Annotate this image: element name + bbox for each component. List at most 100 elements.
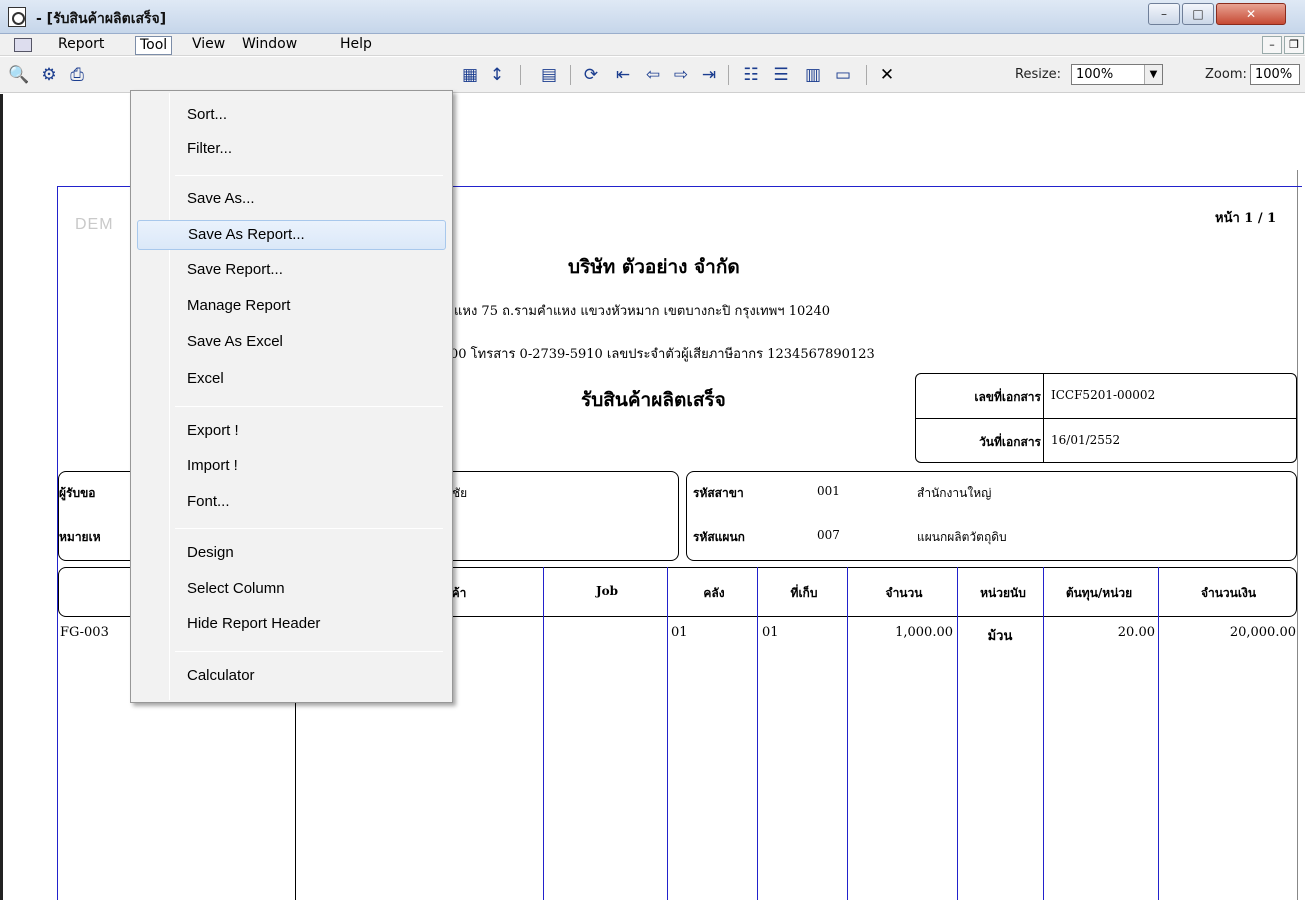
cell-item-code: FG-003 [60,625,109,640]
page-number: หน้า 1 / 1 [1215,211,1277,226]
menu-item-design[interactable]: Design [137,539,446,569]
close-report-icon[interactable]: ✕ [876,64,898,86]
menu-view[interactable]: View [188,36,229,55]
minimize-button[interactable]: – [1148,3,1180,25]
grid-icon[interactable]: ▦ [459,64,481,86]
menu-item-save-report[interactable]: Save Report... [137,256,446,286]
menu-item-export[interactable]: Export ! [137,417,446,447]
mdi-minimize-button[interactable]: – [1262,36,1282,54]
cell-warehouse: 01 [671,625,688,640]
column-header-unit-cost: ต้นทุน/หน่วย [1065,586,1133,600]
toolbar-separator [520,65,521,85]
doc-number-value: ICCF5201-00002 [1051,388,1156,402]
column-header-job: Job [595,584,619,598]
receiver-value: ชัย [452,486,468,500]
columns-view-icon[interactable]: ▥ [802,64,824,86]
company-phone: 00 โทรสาร 0-2739-5910 เลขประจำตัวผู้เสีย… [450,347,875,362]
rows-view-icon[interactable]: ☰ [770,64,792,86]
toolbar-separator [728,65,729,85]
menu-item-save-as[interactable]: Save As... [137,185,446,215]
cell-unit-cost: 20.00 [1117,625,1155,640]
setup-icon[interactable]: ⚙ [38,64,60,86]
refresh-icon[interactable]: ⟳ [580,64,602,86]
menu-item-excel[interactable]: Excel [137,365,446,395]
cell-location: 01 [762,625,779,640]
menu-tool[interactable]: Tool [135,36,173,55]
cell-amount: 20,000.00 [1229,625,1296,640]
zoom-label: Zoom: [1205,67,1247,82]
resize-select[interactable]: 100% ▼ [1071,64,1163,85]
calculator-icon[interactable]: ▤ [538,64,560,86]
tree-view-icon[interactable]: ☷ [740,64,762,86]
resize-label: Resize: [1015,67,1062,82]
company-address: คำแหง 75 ถ.รามคำแหง แขวงหัวหมาก เขตบางกะ… [438,304,831,319]
doc-date-value: 16/01/2552 [1051,433,1121,447]
column-line [957,567,958,900]
menu-window[interactable]: Window [238,36,301,55]
column-header-quantity: จำนวน [885,586,923,600]
menu-item-save-as-report[interactable]: Save As Report... [137,220,446,250]
company-name: บริษัท ตัวอย่าง จำกัด [568,256,740,278]
maximize-button[interactable]: □ [1182,3,1214,25]
menu-item-manage-report[interactable]: Manage Report [137,292,446,322]
column-line [543,567,544,900]
branch-box: รหัสสาขา 001 สำนักงานใหญ่ รหัสแผนก 007 แ… [686,471,1297,561]
menu-item-save-as-excel[interactable]: Save As Excel [137,328,446,358]
zoom-input[interactable]: 100% [1250,64,1300,85]
column-line [667,567,668,900]
column-line [757,567,758,900]
column-header-location: ที่เก็บ [790,586,818,600]
receiver-label: ผู้รับขอ [59,486,96,500]
menu-item-sort[interactable]: Sort... [137,101,446,131]
close-button[interactable]: ✕ [1216,3,1286,25]
column-header-warehouse: คลัง [703,586,725,600]
watermark: DEM [75,216,114,233]
branch-label: รหัสสาขา [693,486,744,500]
title-bar: - [รับสินค้าผลิตเสร็จ] – □ ✕ [0,0,1305,34]
cell-unit: ม้วน [987,629,1013,644]
divider [916,418,1296,419]
note-label: หมายเห [59,530,101,544]
report-title: รับสินค้าผลิตเสร็จ [581,389,726,411]
tool-dropdown-menu: Sort... Filter... Save As... Save As Rep… [130,90,453,703]
document-info-box: เลขที่เอกสาร ICCF5201-00002 วันที่เอกสาร… [915,373,1297,463]
department-label: รหัสแผนก [693,530,745,544]
fit-height-icon[interactable]: ↕ [486,64,508,86]
menu-help[interactable]: Help [336,36,376,55]
doc-date-label: วันที่เอกสาร [979,435,1041,449]
menu-report[interactable]: Report [54,36,108,55]
menu-separator [175,175,443,176]
window-title: - [รับสินค้าผลิตเสร็จ] [36,11,167,27]
menu-item-font[interactable]: Font... [137,488,446,518]
last-page-icon[interactable]: ⇥ [698,64,720,86]
toolbar-separator [570,65,571,85]
menu-item-filter[interactable]: Filter... [137,135,446,165]
next-page-icon[interactable]: ⇨ [670,64,692,86]
menu-separator [175,406,443,407]
branch-code: 001 [817,484,840,498]
column-line [847,567,848,900]
doc-number-label: เลขที่เอกสาร [974,390,1041,404]
menu-item-calculator[interactable]: Calculator [137,662,446,692]
department-code: 007 [817,528,840,542]
column-header-amount: จำนวนเงิน [1200,586,1257,600]
menu-item-hide-report-header[interactable]: Hide Report Header [137,610,446,640]
toolbar-separator [866,65,867,85]
preview-icon[interactable]: 🔍 [8,64,30,86]
page-view-icon[interactable]: ▭ [832,64,854,86]
resize-value: 100% [1076,67,1114,82]
mdi-restore-button[interactable]: ❐ [1284,36,1304,54]
previous-page-icon[interactable]: ⇦ [642,64,664,86]
chevron-down-icon[interactable]: ▼ [1144,65,1162,84]
menu-item-import[interactable]: Import ! [137,452,446,482]
document-icon[interactable] [14,38,32,52]
report-preview-icon [8,7,26,27]
divider [1043,374,1044,462]
first-page-icon[interactable]: ⇤ [612,64,634,86]
menu-separator [175,651,443,652]
branch-name: สำนักงานใหญ่ [917,486,992,500]
toolbar: 🔍 ⚙ ⎙ ▦ ↕ ▤ ⟳ ⇤ ⇦ ⇨ ⇥ ☷ ☰ ▥ ▭ ✕ Resize: … [0,57,1305,93]
print-icon[interactable]: ⎙ [66,64,88,86]
menu-item-select-column[interactable]: Select Column [137,575,446,605]
column-line [1043,567,1044,900]
